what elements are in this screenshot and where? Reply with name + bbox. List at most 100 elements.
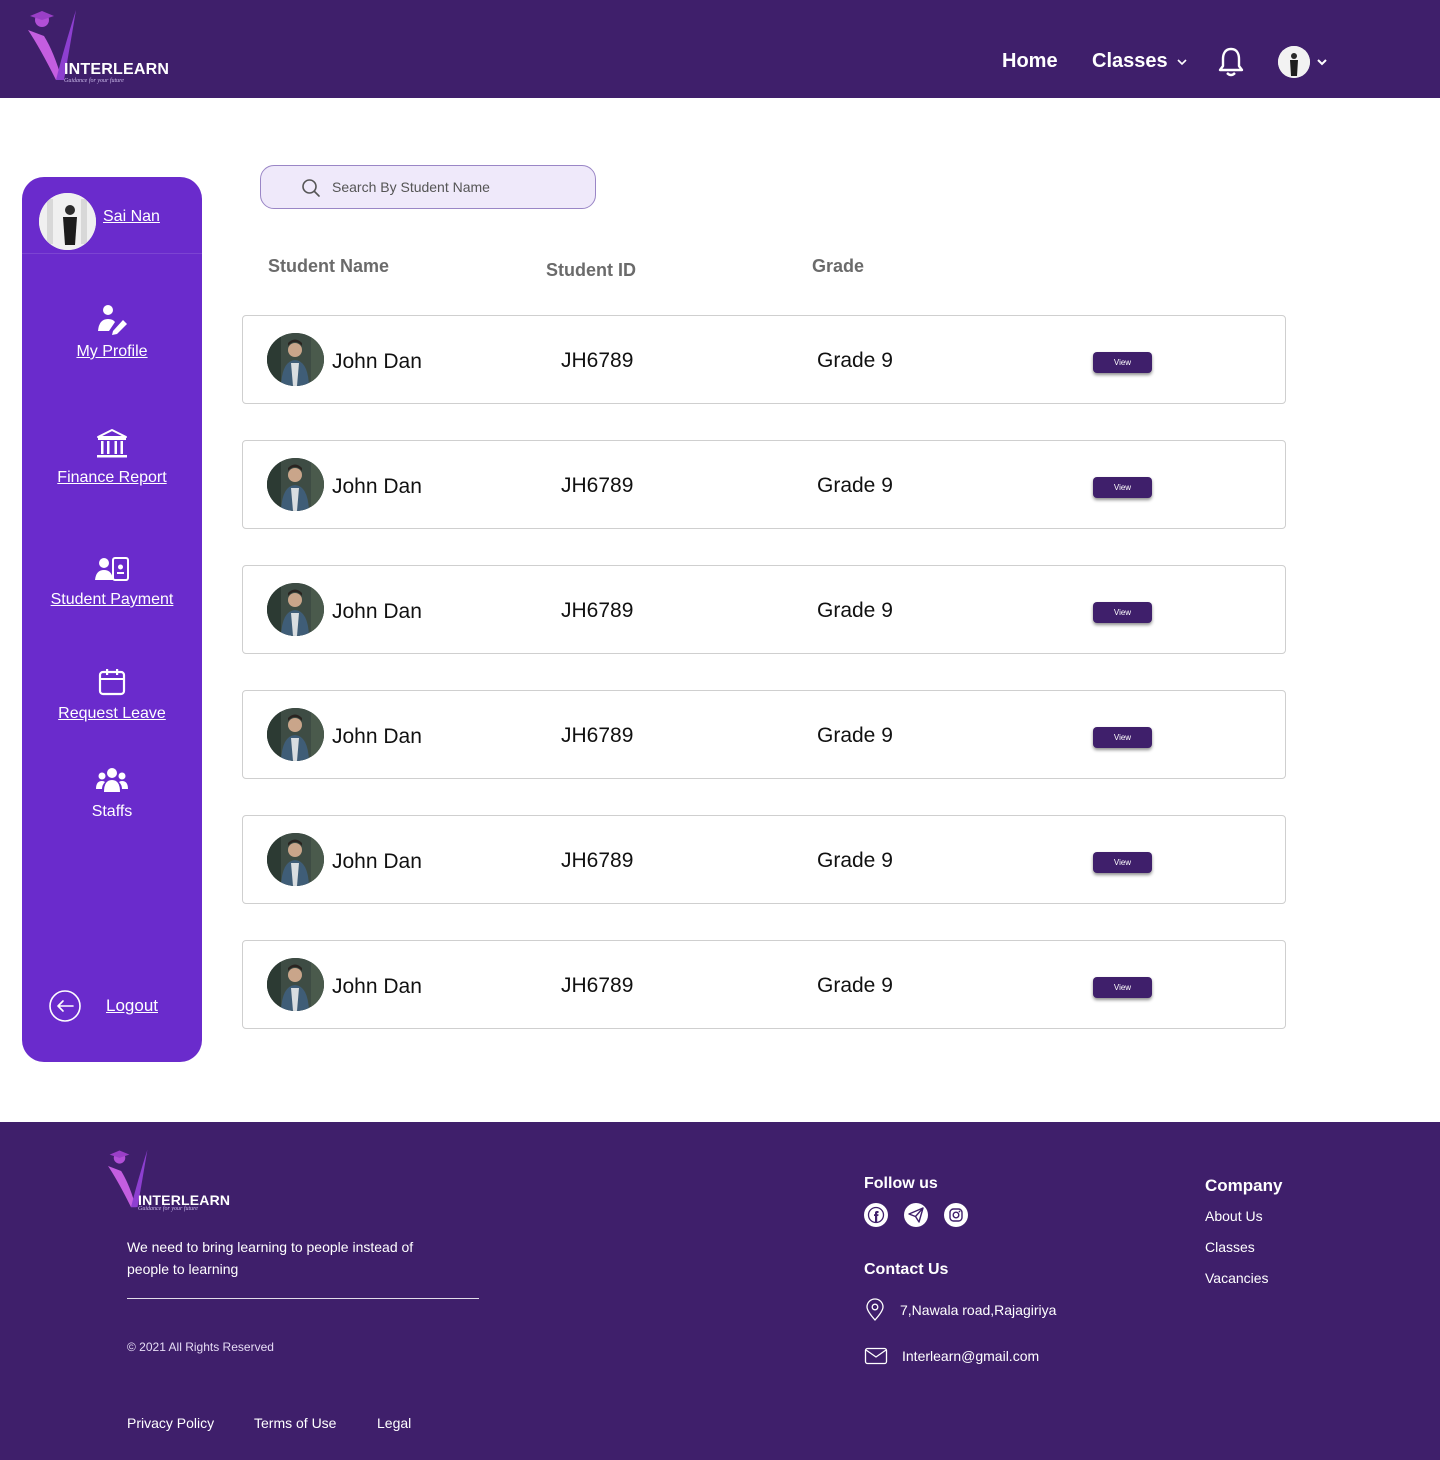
sidebar-user[interactable]: Sai Nan bbox=[22, 177, 202, 254]
student-photo-icon bbox=[267, 583, 324, 636]
avatar bbox=[1278, 46, 1310, 78]
social-links bbox=[864, 1203, 968, 1227]
view-button[interactable]: View bbox=[1093, 352, 1152, 373]
view-button[interactable]: View bbox=[1093, 977, 1152, 998]
facebook-icon bbox=[867, 1206, 885, 1224]
view-button[interactable]: View bbox=[1093, 727, 1152, 748]
student-name: John Dan bbox=[332, 850, 422, 873]
email-link[interactable]: Interlearn@gmail.com bbox=[902, 1348, 1039, 1364]
search-icon bbox=[302, 179, 320, 197]
footer-divider bbox=[127, 1298, 479, 1299]
legal-link[interactable]: Legal bbox=[377, 1415, 411, 1431]
logout-button[interactable]: Logout bbox=[48, 989, 158, 1023]
student-grade: Grade 9 bbox=[817, 849, 893, 872]
table-row: John Dan JH6789 Grade 9 View bbox=[242, 815, 1286, 904]
avatar bbox=[267, 458, 324, 511]
nav-classes-label: Classes bbox=[1092, 50, 1168, 72]
student-id: JH6789 bbox=[561, 724, 634, 747]
avatar bbox=[39, 193, 96, 250]
user-photo-icon bbox=[39, 193, 96, 250]
logo-tagline: Guidance for your future bbox=[64, 78, 124, 84]
column-header-student-id: Student ID bbox=[546, 260, 636, 280]
student-name: John Dan bbox=[332, 475, 422, 498]
team-icon bbox=[96, 768, 128, 792]
footer-description: We need to bring learning to people inst… bbox=[127, 1239, 414, 1277]
copyright: © 2021 All Rights Reserved bbox=[127, 1340, 274, 1354]
vacancies-link[interactable]: Vacancies bbox=[1205, 1270, 1269, 1286]
terms-of-use-link[interactable]: Terms of Use bbox=[254, 1415, 336, 1431]
logout-icon bbox=[49, 990, 81, 1022]
sidebar-item-label: Student Payment bbox=[50, 591, 174, 608]
student-grade: Grade 9 bbox=[817, 349, 893, 372]
sidebar-item-request-leave[interactable]: Request Leave bbox=[22, 667, 202, 723]
column-header-student-name: Student Name bbox=[268, 256, 390, 276]
view-button[interactable]: View bbox=[1093, 852, 1152, 873]
view-button[interactable]: View bbox=[1093, 477, 1152, 498]
sidebar-item-label: My Profile bbox=[76, 343, 148, 360]
student-photo-icon bbox=[267, 708, 324, 761]
student-grade: Grade 9 bbox=[817, 599, 893, 622]
student-id: JH6789 bbox=[561, 474, 634, 497]
follow-us-title: Follow us bbox=[864, 1175, 938, 1192]
user-photo-icon bbox=[1278, 46, 1310, 78]
logo-tagline: Guidance for your future bbox=[138, 1206, 198, 1212]
avatar bbox=[267, 583, 324, 636]
user-menu[interactable] bbox=[1278, 46, 1328, 78]
student-search bbox=[260, 165, 596, 209]
top-navbar: INTERLEARN Guidance for your future Home… bbox=[0, 0, 1440, 98]
student-grade: Grade 9 bbox=[817, 724, 893, 747]
search-input[interactable] bbox=[332, 166, 582, 208]
contact-us-title: Contact Us bbox=[864, 1261, 949, 1278]
avatar bbox=[267, 333, 324, 386]
student-photo-icon bbox=[267, 958, 324, 1011]
nav-home[interactable]: Home bbox=[1002, 50, 1058, 73]
location-pin-icon bbox=[866, 1298, 884, 1321]
table-row: John Dan JH6789 Grade 9 View bbox=[242, 940, 1286, 1029]
nav-classes-dropdown[interactable]: Classes bbox=[1092, 50, 1188, 73]
sidebar-username[interactable]: Sai Nan bbox=[103, 208, 160, 226]
avatar bbox=[267, 708, 324, 761]
table-row: John Dan JH6789 Grade 9 View bbox=[242, 690, 1286, 779]
mail-icon bbox=[864, 1347, 888, 1365]
table-row: John Dan JH6789 Grade 9 View bbox=[242, 565, 1286, 654]
student-photo-icon bbox=[267, 333, 324, 386]
instagram-icon bbox=[949, 1208, 963, 1222]
footer-logo[interactable]: INTERLEARN Guidance for your future bbox=[106, 1148, 236, 1218]
calendar-icon bbox=[98, 669, 126, 696]
avatar bbox=[267, 958, 324, 1011]
student-photo-icon bbox=[267, 458, 324, 511]
footer: INTERLEARN Guidance for your future We n… bbox=[0, 1122, 1440, 1460]
student-name: John Dan bbox=[332, 725, 422, 748]
sidebar-item-finance-report[interactable]: Finance Report bbox=[22, 427, 202, 487]
telegram-icon bbox=[908, 1207, 924, 1223]
facebook-link[interactable] bbox=[864, 1203, 888, 1227]
chevron-down-icon bbox=[1177, 58, 1187, 65]
student-id: JH6789 bbox=[561, 349, 634, 372]
chevron-down-icon bbox=[1317, 59, 1327, 66]
column-header-grade: Grade bbox=[812, 256, 865, 276]
privacy-policy-link[interactable]: Privacy Policy bbox=[127, 1415, 214, 1431]
footer-classes-link[interactable]: Classes bbox=[1205, 1239, 1255, 1255]
student-photo-icon bbox=[267, 833, 324, 886]
table-row: John Dan JH6789 Grade 9 View bbox=[242, 440, 1286, 529]
about-us-link[interactable]: About Us bbox=[1205, 1208, 1263, 1224]
student-id: JH6789 bbox=[561, 849, 634, 872]
sidebar-item-my-profile[interactable]: My Profile bbox=[22, 303, 202, 361]
student-name: John Dan bbox=[332, 600, 422, 623]
interlearn-logo[interactable]: INTERLEARN Guidance for your future bbox=[26, 8, 169, 86]
student-name: John Dan bbox=[332, 350, 422, 373]
student-grade: Grade 9 bbox=[817, 474, 893, 497]
notification-button[interactable] bbox=[1216, 46, 1246, 83]
student-id: JH6789 bbox=[561, 599, 634, 622]
sidebar-item-staffs[interactable]: Staffs bbox=[22, 765, 202, 821]
telegram-link[interactable] bbox=[904, 1203, 928, 1227]
avatar bbox=[267, 833, 324, 886]
sidebar-item-label: Request Leave bbox=[58, 705, 166, 722]
instagram-link[interactable] bbox=[944, 1203, 968, 1227]
table-row: John Dan JH6789 Grade 9 View bbox=[242, 315, 1286, 404]
student-payment-icon bbox=[95, 557, 129, 581]
sidebar-item-label: Staffs bbox=[91, 803, 133, 820]
view-button[interactable]: View bbox=[1093, 602, 1152, 623]
sidebar-item-student-payment[interactable]: Student Payment bbox=[22, 555, 202, 609]
bell-icon bbox=[1218, 47, 1244, 77]
